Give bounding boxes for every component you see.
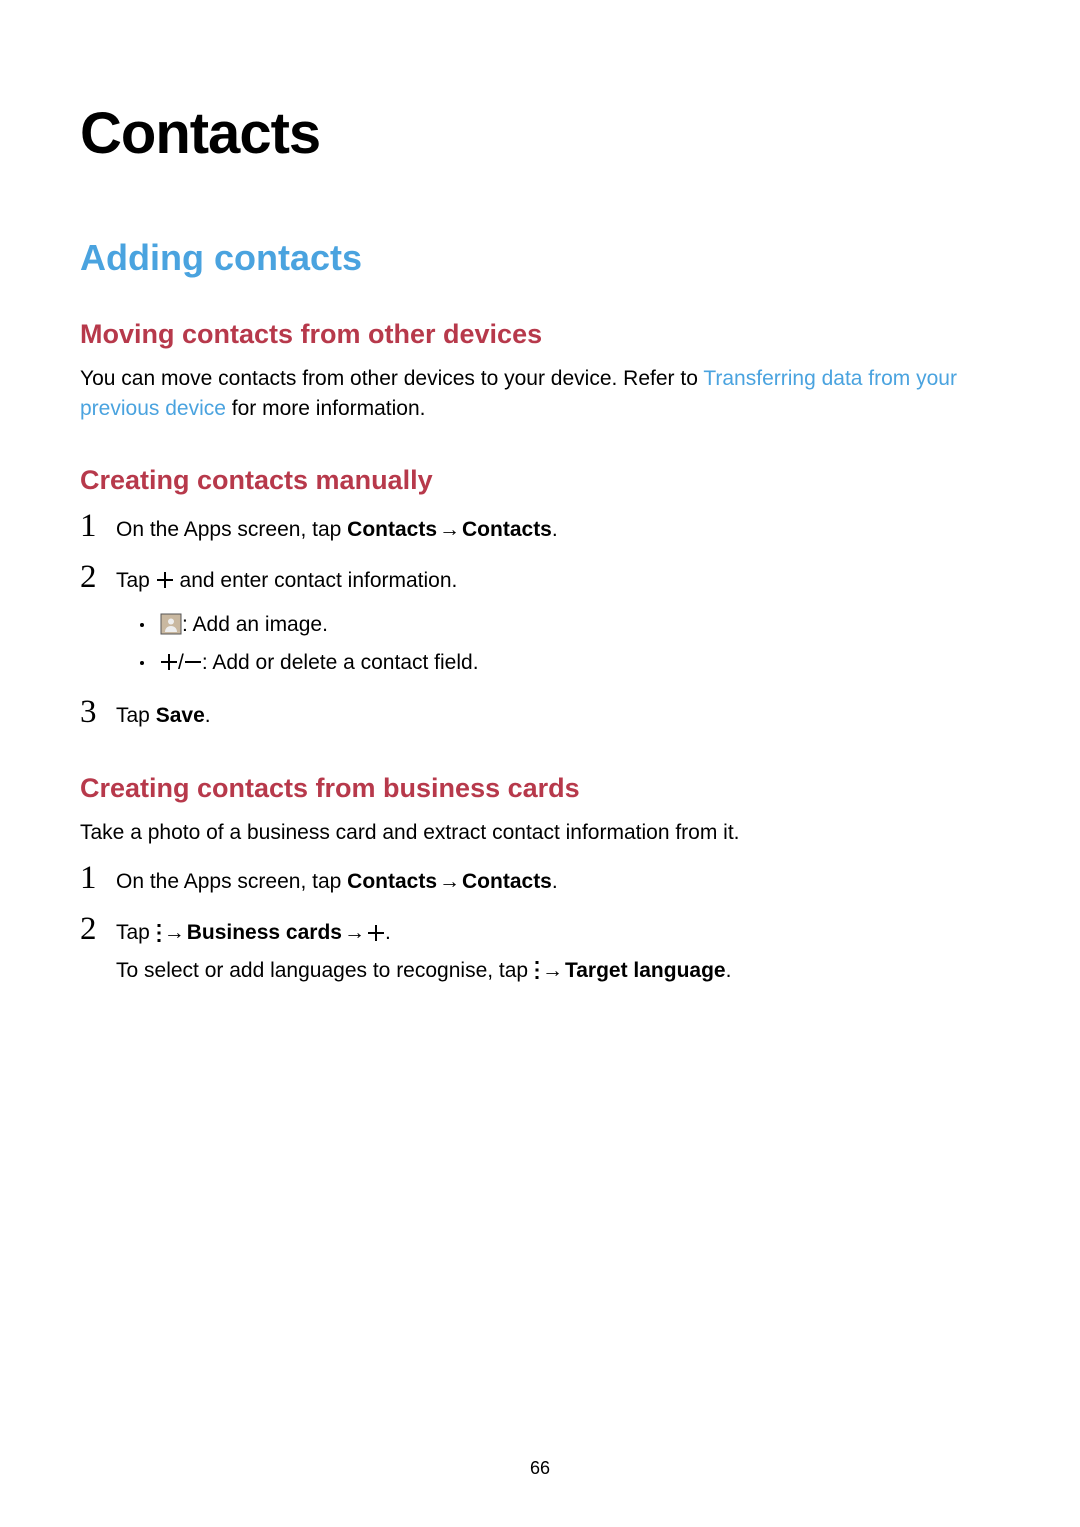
- bullet-item: : Add an image.: [140, 606, 1000, 644]
- bullet-dot-icon: [140, 623, 144, 627]
- bold-text: Contacts: [347, 870, 437, 893]
- bold-text: Contacts: [462, 518, 552, 541]
- page: Contacts Adding contacts Moving contacts…: [0, 0, 1080, 1527]
- more-options-icon: [156, 923, 162, 943]
- text: .: [385, 921, 391, 944]
- step-body: Tap Save.: [116, 700, 1000, 732]
- step-number: 2: [80, 561, 116, 594]
- bullet-list: : Add an image. / : Add or delete a cont…: [116, 606, 1000, 682]
- text: : Add or delete a contact field.: [202, 644, 479, 682]
- step-2-b: 2 Tap → Business cards → . To select or …: [80, 917, 1000, 986]
- page-title: Contacts: [80, 100, 1000, 167]
- bold-text: Business cards: [187, 921, 342, 944]
- text: .: [726, 959, 732, 982]
- step-body: Tap → Business cards → . To select or ad…: [116, 917, 1000, 986]
- step-number: 2: [80, 913, 116, 946]
- minus-icon: [184, 653, 202, 671]
- step-line: To select or add languages to recognise,…: [116, 955, 1000, 987]
- text: : Add an image.: [182, 606, 328, 644]
- page-number: 66: [0, 1458, 1080, 1479]
- step-body: On the Apps screen, tap Contacts → Conta…: [116, 514, 1000, 546]
- bold-text: Target language: [565, 959, 726, 982]
- portrait-icon: [160, 613, 182, 635]
- bold-text: Contacts: [462, 870, 552, 893]
- bullet-item: / : Add or delete a contact field.: [140, 644, 1000, 682]
- step-1-b: 1 On the Apps screen, tap Contacts → Con…: [80, 866, 1000, 899]
- section-heading: Adding contacts: [80, 237, 1000, 279]
- step-number: 3: [80, 696, 116, 729]
- step-1: 1 On the Apps screen, tap Contacts → Con…: [80, 514, 1000, 547]
- step-3: 3 Tap Save.: [80, 700, 1000, 733]
- arrow: →: [344, 917, 365, 949]
- plus-icon: [156, 571, 174, 589]
- text: To select or add languages to recognise,…: [116, 959, 534, 982]
- text: .: [552, 518, 558, 541]
- business-card-paragraph: Take a photo of a business card and extr…: [80, 818, 1000, 848]
- plus-icon: [160, 653, 178, 671]
- step-line: Tap → Business cards → .: [116, 917, 1000, 949]
- text: Tap: [116, 921, 156, 944]
- text: for more information.: [226, 397, 426, 420]
- step-body: On the Apps screen, tap Contacts → Conta…: [116, 866, 1000, 898]
- text: and enter contact information.: [174, 569, 458, 592]
- moving-paragraph: You can move contacts from other devices…: [80, 364, 1000, 425]
- arrow: →: [542, 955, 563, 987]
- text: Tap: [116, 704, 156, 727]
- arrow: →: [164, 917, 185, 949]
- more-options-icon: [534, 960, 540, 980]
- text: You can move contacts from other devices…: [80, 367, 703, 390]
- arrow: →: [439, 514, 460, 546]
- text: .: [552, 870, 558, 893]
- step-2: 2 Tap and enter contact information. : A…: [80, 565, 1000, 682]
- text: .: [205, 704, 211, 727]
- step-body: Tap and enter contact information. : Add…: [116, 565, 1000, 682]
- step-number: 1: [80, 862, 116, 895]
- bold-text: Contacts: [347, 518, 437, 541]
- text: Tap: [116, 569, 156, 592]
- subsection-manual: Creating contacts manually: [80, 465, 1000, 496]
- plus-icon: [367, 924, 385, 942]
- bold-text: Save: [156, 704, 205, 727]
- text: On the Apps screen, tap: [116, 870, 347, 893]
- arrow: →: [439, 866, 460, 898]
- text: On the Apps screen, tap: [116, 518, 347, 541]
- subsection-moving: Moving contacts from other devices: [80, 319, 1000, 350]
- subsection-business-cards: Creating contacts from business cards: [80, 773, 1000, 804]
- bullet-dot-icon: [140, 661, 144, 665]
- step-number: 1: [80, 510, 116, 543]
